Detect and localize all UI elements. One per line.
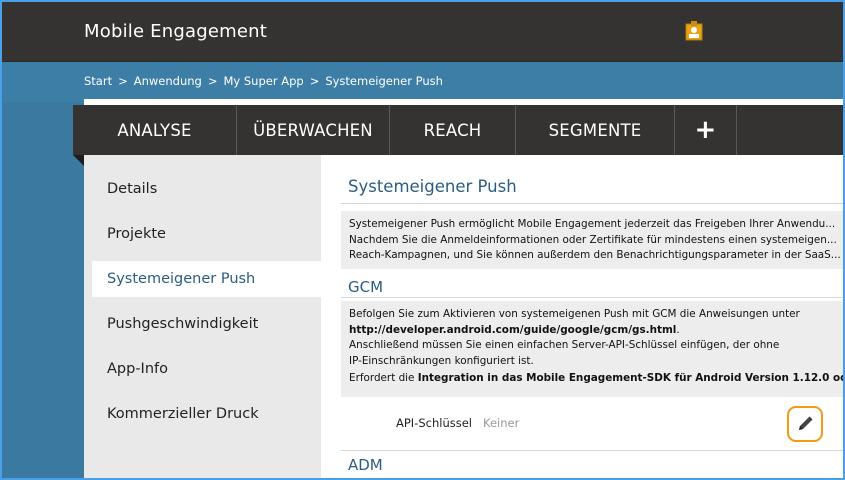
breadcrumb-separator: > [207, 74, 218, 88]
gcm-requirement-sdk: Integration in das Mobile Engagement-SDK… [417, 372, 843, 384]
section-title-adm: ADM [348, 456, 383, 474]
breadcrumb-app[interactable]: My Super App [223, 74, 303, 88]
breadcrumb-separator: > [118, 74, 128, 88]
description-line: Reach-Kampagnen, und Sie können außerdem… [349, 249, 841, 261]
breadcrumb-separator: > [309, 74, 320, 88]
section-title-gcm: GCM [348, 278, 384, 296]
gcm-docs-link[interactable]: http://developer.android.com/guide/googl… [349, 324, 676, 336]
sidebar-item-label: Kommerzieller Druck [107, 406, 259, 422]
gcm-requirement-prefix: Erfordert die [349, 372, 418, 384]
api-key-value: Keiner [483, 416, 520, 430]
gcm-instruction-line: Befolgen Sie zum Aktivieren von systemei… [349, 308, 800, 320]
top-bar: Mobile Engagement [2, 2, 843, 62]
sidebar-item-systemeigener-push[interactable]: Systemeigener Push [92, 261, 321, 297]
add-tab-button[interactable]: + [675, 105, 737, 155]
user-badge-icon[interactable] [685, 21, 703, 41]
edit-api-key-button[interactable] [787, 406, 823, 442]
section-divider [341, 450, 843, 451]
sidebar-item-label: Systemeigener Push [107, 271, 256, 287]
gcm-link-suffix: . [676, 323, 680, 336]
title-divider [341, 203, 843, 204]
breadcrumb: Start > Anwendung > My Super App > Syste… [84, 74, 449, 88]
sidebar-item-pushgeschwindigkeit[interactable]: Pushgeschwindigkeit [84, 306, 321, 342]
description-line: Systemeigener Push ermöglicht Mobile Eng… [349, 218, 836, 230]
breadcrumb-start[interactable]: Start [84, 74, 112, 88]
gcm-instruction-line: Anschließend müssen Sie einen einfachen … [349, 339, 780, 351]
gcm-requirement-line: Erfordert die Integration in das Mobile … [349, 371, 843, 387]
tab-ueberwachen[interactable]: ÜBERWACHEN [237, 105, 390, 155]
api-key-label: API-Schlüssel [396, 416, 472, 430]
tab-segmente[interactable]: SEGMENTE [516, 105, 675, 155]
sidebar-item-kommerzieller-druck[interactable]: Kommerzieller Druck [84, 396, 321, 432]
sidebar-item-label: Projekte [107, 226, 166, 242]
app-title: Mobile Engagement [84, 21, 267, 42]
gcm-info-box: Befolgen Sie zum Aktivieren von systemei… [341, 301, 843, 397]
sidebar: Details Projekte Systemeigener Push Push… [84, 155, 321, 478]
sidebar-item-projekte[interactable]: Projekte [84, 216, 321, 252]
main-panel: Systemeigener Push Systemeigener Push er… [321, 155, 843, 478]
page-title: Systemeigener Push [348, 177, 517, 196]
description-box: Systemeigener Push ermöglicht Mobile Eng… [341, 211, 843, 269]
description-line: Nachdem Sie die Anmeldeinformationen ode… [349, 233, 837, 246]
sidebar-item-app-info[interactable]: App-Info [84, 351, 321, 387]
pencil-icon [799, 416, 813, 430]
gcm-instruction-line: IP-Einschränkungen konfiguriert ist. [349, 354, 534, 367]
sidebar-item-label: Details [107, 181, 158, 197]
left-strip [2, 102, 84, 478]
gcm-link-line: http://developer.android.com/guide/googl… [349, 323, 843, 339]
sidebar-item-label: App-Info [107, 361, 169, 377]
sidebar-item-label: Pushgeschwindigkeit [107, 316, 259, 332]
sidebar-item-details[interactable]: Details [84, 171, 321, 207]
tab-reach[interactable]: REACH [390, 105, 516, 155]
tab-analyse[interactable]: ANALYSE [73, 105, 237, 155]
section-divider [341, 297, 843, 298]
main-tabs: ANALYSE ÜBERWACHEN REACH SEGMENTE + [73, 105, 843, 155]
breadcrumb-current: Systemeigener Push [325, 74, 443, 88]
breadcrumb-anwendung[interactable]: Anwendung [134, 74, 202, 88]
